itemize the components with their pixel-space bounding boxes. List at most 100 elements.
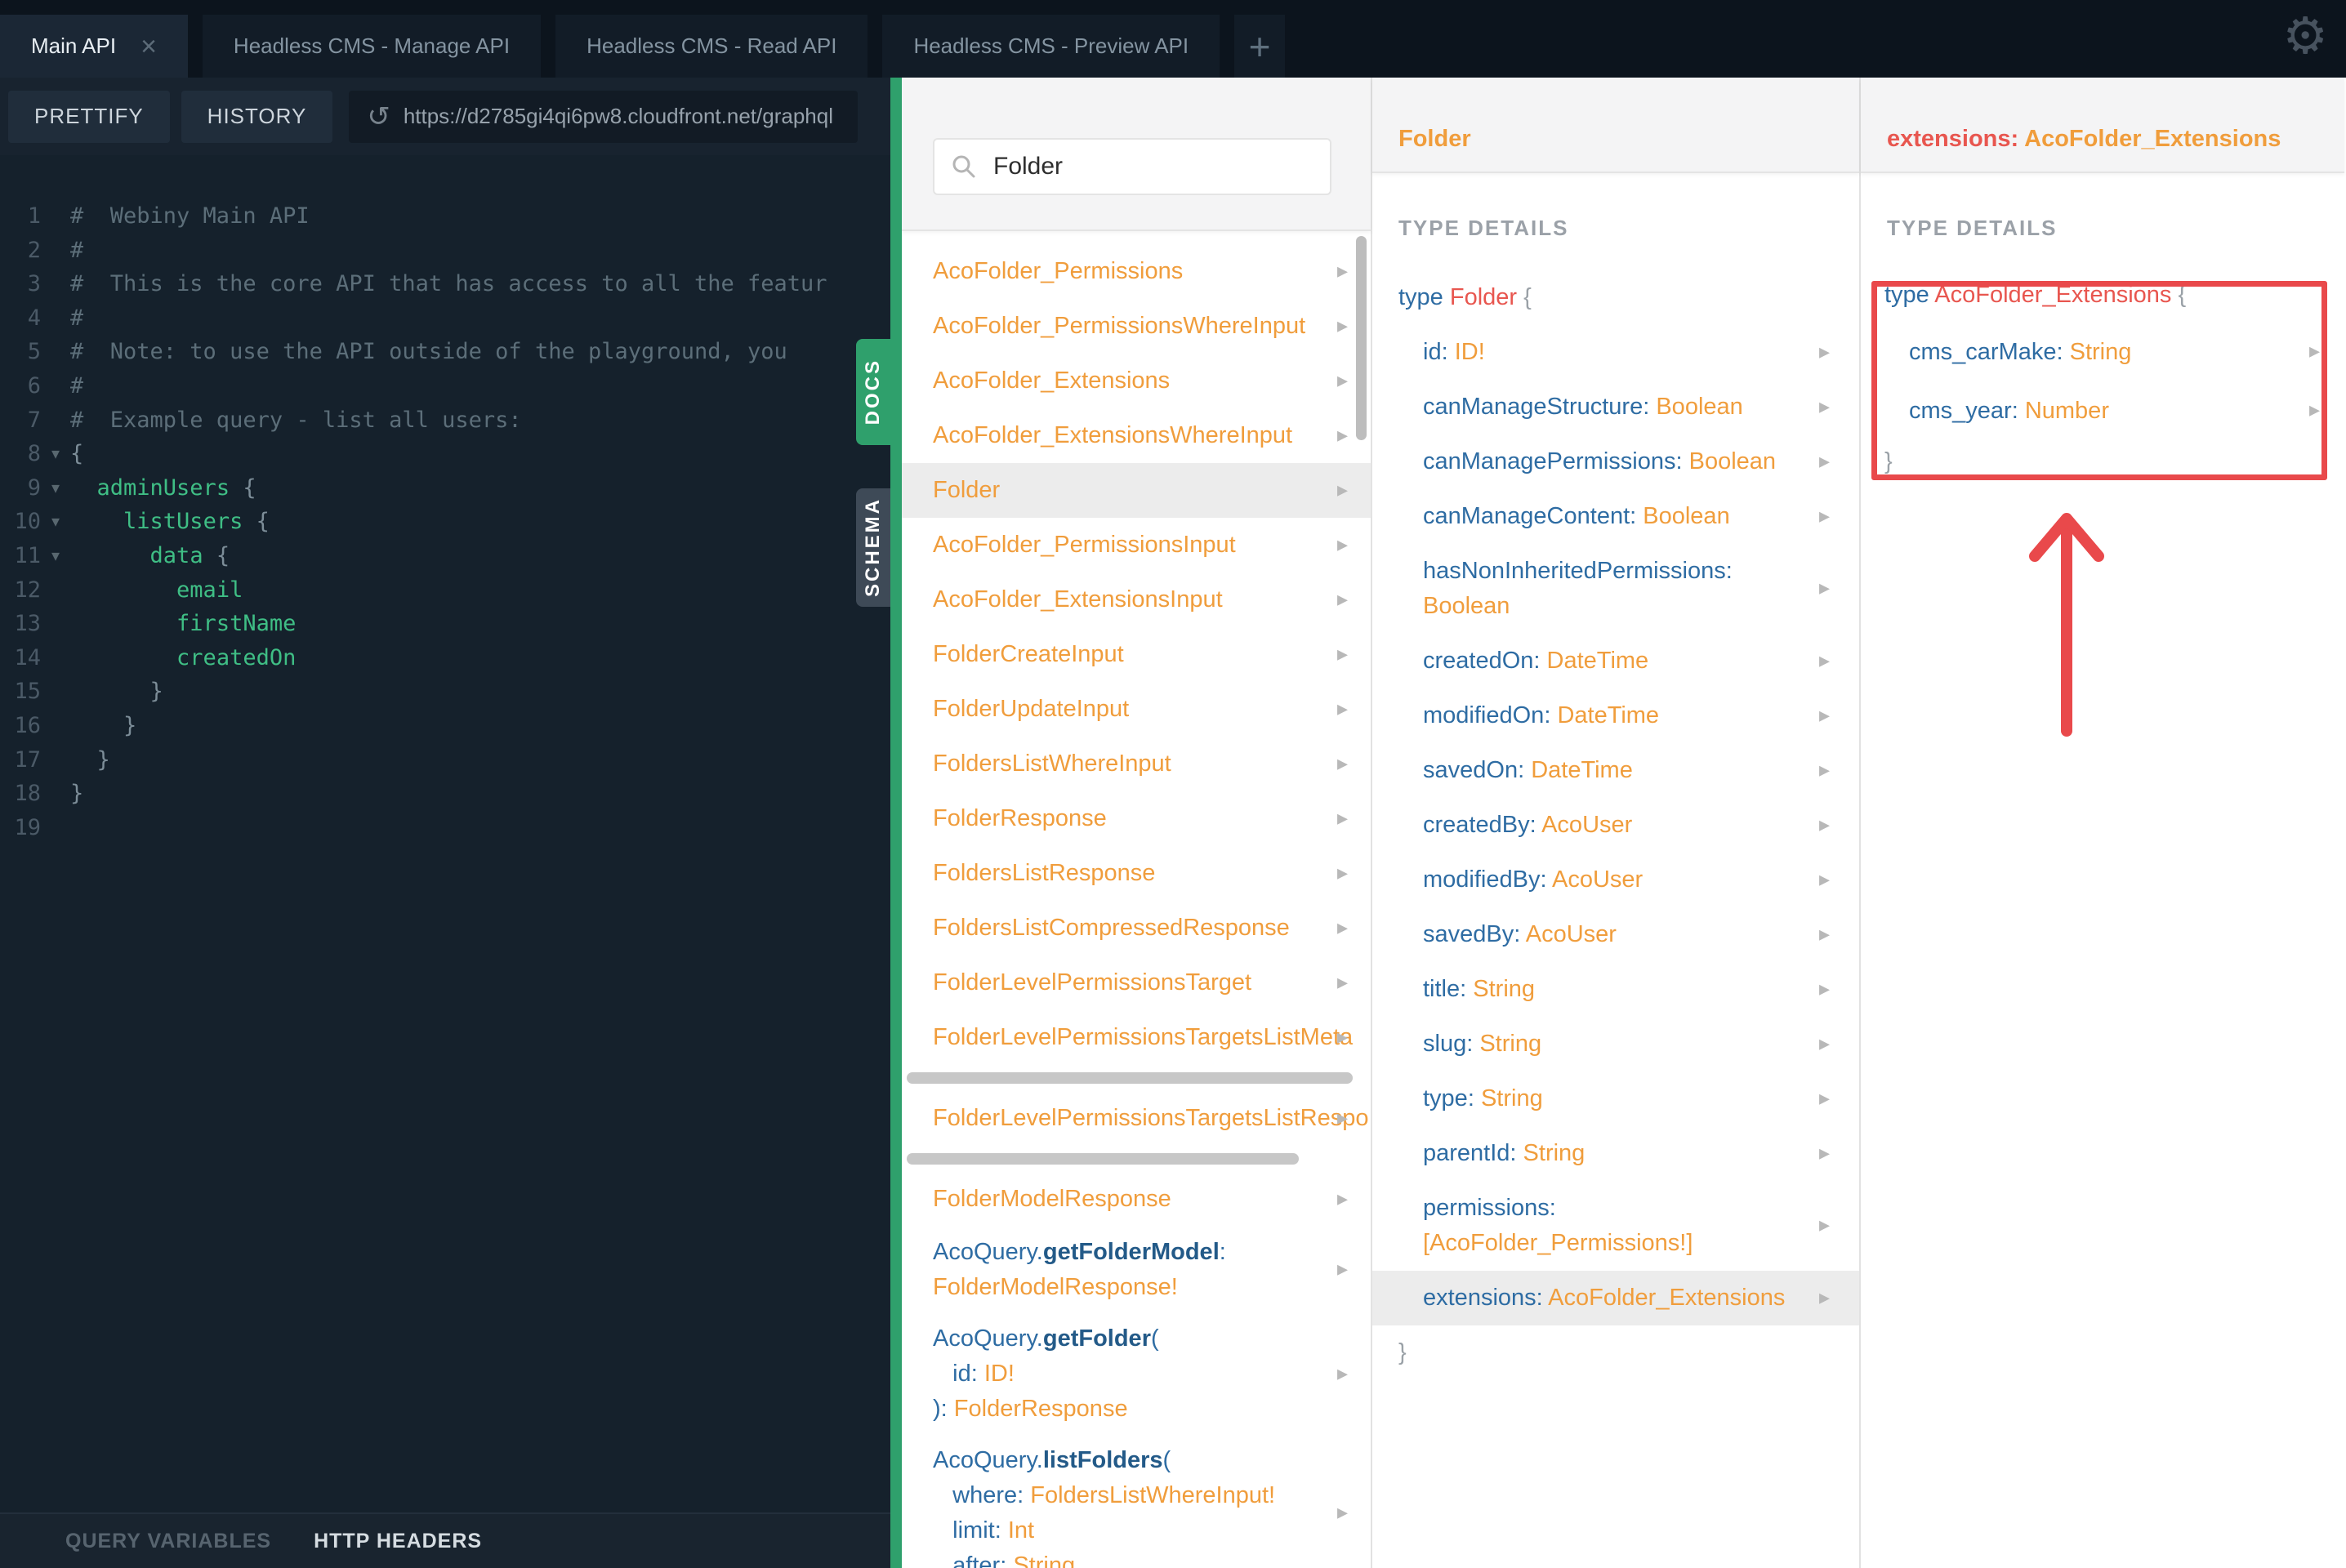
fold-toggle-icon[interactable]: ▾ bbox=[41, 505, 70, 539]
type-list-item[interactable]: Folder ▸ bbox=[902, 463, 1371, 518]
api-tab[interactable]: Main API × bbox=[0, 15, 188, 78]
field-row[interactable]: cms_carMake: String ▸ bbox=[1861, 323, 2344, 381]
fold-gutter bbox=[41, 709, 70, 743]
query-variables-tab[interactable]: QUERY VARIABLES bbox=[65, 1530, 271, 1553]
type-list-item[interactable]: AcoQuery.listFolders( where: FoldersList… bbox=[902, 1435, 1371, 1568]
horizontal-scrollbar[interactable] bbox=[907, 1072, 1353, 1084]
list-scrollbar[interactable] bbox=[1356, 236, 1367, 440]
type-list-item[interactable]: AcoFolder_Extensions ▸ bbox=[902, 354, 1371, 408]
text-token: ID! bbox=[983, 1361, 1015, 1387]
type-name: FolderLevelPermissionsTargetsListRespo bbox=[933, 1105, 1369, 1131]
field-row[interactable]: createdBy: AcoUser ▸ bbox=[1372, 798, 1859, 853]
history-button[interactable]: HISTORY bbox=[181, 90, 333, 143]
api-tab[interactable]: Headless CMS - Read API bbox=[555, 15, 868, 78]
type-list-item[interactable]: FolderLevelPermissionsTarget ▸ bbox=[902, 956, 1371, 1010]
type-list-item[interactable]: FolderUpdateInput ▸ bbox=[902, 682, 1371, 737]
text-token: String bbox=[2069, 338, 2132, 365]
field-row[interactable]: parentId: String ▸ bbox=[1372, 1126, 1859, 1181]
close-tab-icon[interactable]: × bbox=[140, 33, 157, 60]
horizontal-scrollbar[interactable] bbox=[907, 1153, 1299, 1165]
code-text: } bbox=[70, 675, 163, 709]
api-tab[interactable]: Headless CMS - Preview API bbox=[882, 15, 1220, 78]
type-list-item[interactable]: AcoQuery.getFolderModel: FolderModelRespo… bbox=[902, 1227, 1371, 1313]
type-list-item[interactable]: AcoFolder_Permissions ▸ bbox=[902, 244, 1371, 299]
text-token: title bbox=[1423, 976, 1461, 1002]
docs-side-tab[interactable]: DOCS bbox=[856, 339, 890, 445]
fold-gutter bbox=[41, 743, 70, 777]
type-list-item[interactable]: FolderResponse ▸ bbox=[902, 791, 1371, 846]
text-token: canManageStructure bbox=[1423, 394, 1644, 420]
type-list-item[interactable]: AcoFolder_ExtensionsWhereInput ▸ bbox=[902, 408, 1371, 463]
line-number: 1 bbox=[27, 203, 41, 229]
settings-gear-icon[interactable]: ⚙ bbox=[2282, 7, 2328, 64]
field-row[interactable]: cms_year: Number ▸ bbox=[1861, 381, 2344, 440]
field-row[interactable]: slug: String ▸ bbox=[1372, 1017, 1859, 1071]
field-row[interactable]: canManageStructure: Boolean ▸ bbox=[1372, 380, 1859, 434]
field-row[interactable]: type: String ▸ bbox=[1372, 1071, 1859, 1126]
search-input[interactable] bbox=[993, 153, 1313, 180]
text-token: { bbox=[243, 509, 270, 535]
field-row[interactable]: canManagePermissions: Boolean ▸ bbox=[1372, 434, 1859, 489]
reload-schema-icon[interactable]: ↺ bbox=[367, 100, 390, 133]
fold-toggle-icon[interactable]: ▾ bbox=[41, 437, 70, 471]
endpoint-url-input[interactable] bbox=[403, 104, 840, 129]
fold-toggle-icon[interactable]: ▾ bbox=[41, 539, 70, 573]
text-token: getFolder bbox=[1042, 1325, 1151, 1352]
text-token: : bbox=[994, 1517, 1008, 1544]
code-line: 9 ▾ adminUsers { bbox=[0, 471, 890, 506]
type-list-item[interactable]: FoldersListResponse ▸ bbox=[902, 846, 1371, 901]
type-list-item[interactable]: FolderCreateInput ▸ bbox=[902, 627, 1371, 682]
text-token: createdBy bbox=[1423, 812, 1530, 838]
fold-gutter bbox=[41, 199, 70, 234]
type-list-item[interactable]: FolderModelResponse ▸ bbox=[902, 1172, 1371, 1227]
type-name: FoldersListWhereInput bbox=[933, 751, 1171, 777]
type-list-item[interactable]: AcoQuery.getFolder( id: ID!): FolderResp… bbox=[902, 1313, 1371, 1435]
folder-panel-header: Folder bbox=[1372, 78, 1859, 173]
type-list-item[interactable]: AcoFolder_PermissionsWhereInput ▸ bbox=[902, 299, 1371, 354]
type-list-item[interactable]: AcoFolder_PermissionsInput ▸ bbox=[902, 518, 1371, 572]
field-row[interactable]: modifiedOn: DateTime ▸ bbox=[1372, 688, 1859, 743]
field-row[interactable]: permissions: [AcoFolder_Permissions!] ▸ bbox=[1372, 1181, 1859, 1271]
type-list-item[interactable]: FoldersListWhereInput ▸ bbox=[902, 737, 1371, 791]
fold-toggle-icon[interactable]: ▾ bbox=[41, 471, 70, 506]
type-list-item[interactable]: AcoFolder_ExtensionsInput ▸ bbox=[902, 572, 1371, 627]
expand-arrow-icon: ▸ bbox=[2308, 397, 2320, 422]
fold-gutter bbox=[41, 777, 70, 811]
field-row[interactable]: title: String ▸ bbox=[1372, 962, 1859, 1017]
schema-side-tab[interactable]: SCHEMA bbox=[856, 488, 890, 607]
line-number: 3 bbox=[27, 271, 41, 297]
pane-divider[interactable] bbox=[890, 78, 902, 1568]
api-tab-label: Headless CMS - Preview API bbox=[913, 33, 1189, 58]
http-headers-tab[interactable]: HTTP HEADERS bbox=[314, 1530, 482, 1553]
text-token: slug bbox=[1423, 1031, 1467, 1057]
graphql-playground-window: Main API × Headless CMS - Manage API Headle… bbox=[0, 0, 2346, 1568]
field-row[interactable]: createdOn: DateTime ▸ bbox=[1372, 634, 1859, 688]
query-editor[interactable]: 1 # Webiny Main API 2 #3 # This is the core … bbox=[0, 199, 890, 844]
field-row[interactable]: canManageContent: Boolean ▸ bbox=[1372, 489, 1859, 544]
expand-arrow-icon: ▸ bbox=[1818, 575, 1830, 600]
text-token: : bbox=[1533, 648, 1547, 674]
field-row[interactable]: hasNonInheritedPermissions: Boolean ▸ bbox=[1372, 544, 1859, 634]
text-token: where bbox=[933, 1482, 1018, 1508]
field-row[interactable]: id: ID! ▸ bbox=[1372, 325, 1859, 380]
docs-explorer: AcoFolder_Permissions▸AcoFolder_Permissi… bbox=[902, 78, 2346, 1568]
type-list-item[interactable]: FolderLevelPermissionsTargetsListMeta ▸ bbox=[902, 1010, 1371, 1065]
text-token: type bbox=[1398, 284, 1450, 310]
type-list-item[interactable]: FoldersListCompressedResponse ▸ bbox=[902, 901, 1371, 956]
prettify-button[interactable]: PRETTIFY bbox=[8, 90, 170, 143]
fold-gutter bbox=[41, 403, 70, 438]
new-tab-button[interactable]: + bbox=[1234, 15, 1286, 78]
field-row[interactable]: modifiedBy: AcoUser ▸ bbox=[1372, 853, 1859, 907]
expand-arrow-icon: ▸ bbox=[1818, 1140, 1830, 1165]
field-row[interactable]: savedOn: DateTime ▸ bbox=[1372, 743, 1859, 798]
expand-arrow-icon: ▸ bbox=[1336, 532, 1348, 557]
text-token: after bbox=[933, 1552, 1001, 1568]
search-box bbox=[933, 138, 1331, 195]
expand-arrow-icon: ▸ bbox=[1336, 860, 1348, 885]
api-tab[interactable]: Headless CMS - Manage API bbox=[202, 15, 542, 78]
text-token: hasNonInheritedPermissions bbox=[1423, 558, 1726, 584]
field-row[interactable]: savedBy: AcoUser ▸ bbox=[1372, 907, 1859, 962]
field-row[interactable]: extensions: AcoFolder_Extensions ▸ bbox=[1372, 1271, 1859, 1325]
type-list-item[interactable]: FolderLevelPermissionsTargetsListRespo ▸ bbox=[902, 1091, 1371, 1146]
